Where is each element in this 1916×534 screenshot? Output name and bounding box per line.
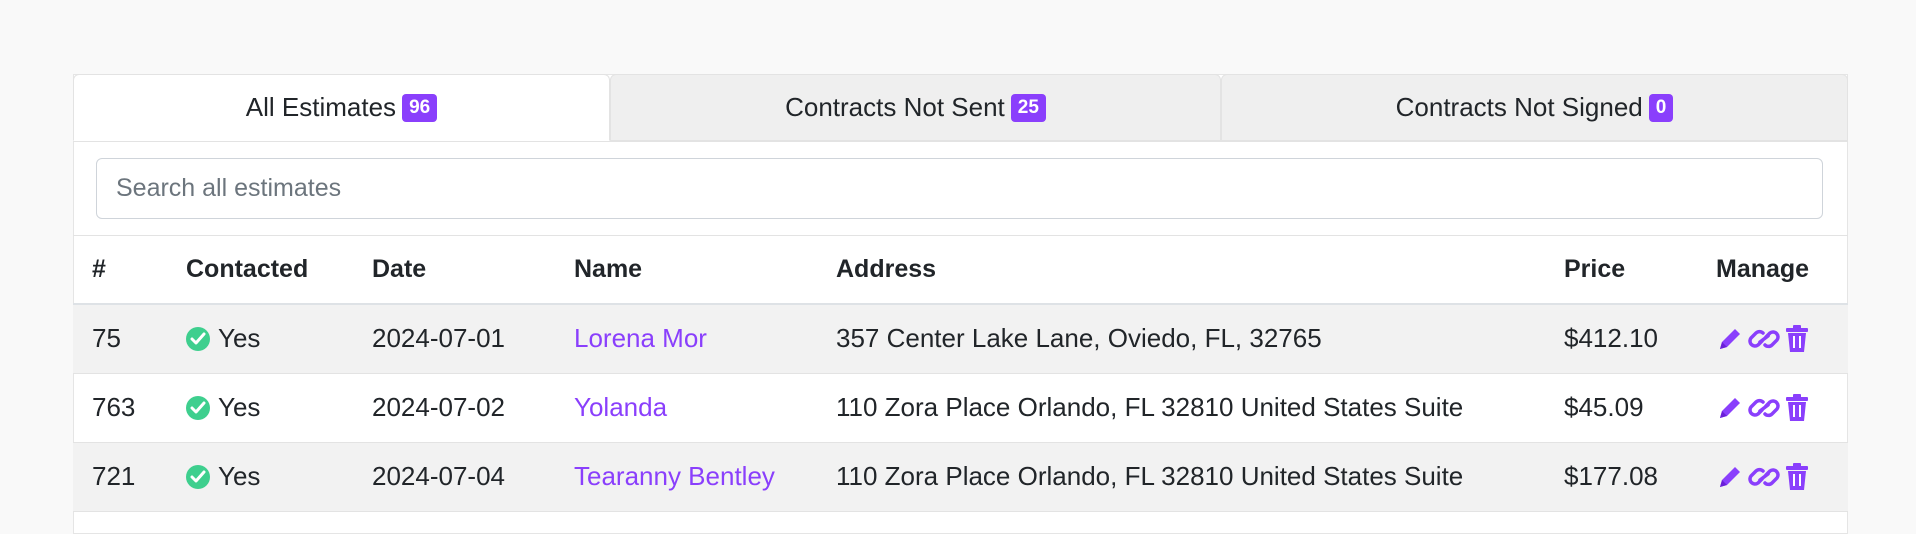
contacted-label: Yes (218, 392, 261, 422)
column-header-name[interactable]: Name (555, 236, 817, 305)
row-address: 357 Center Lake Lane, Oviedo, FL, 32765 (817, 304, 1545, 374)
estimates-table: # Contacted Date Name Address Price Mana… (73, 236, 1848, 512)
row-date: 2024-07-02 (353, 373, 555, 443)
row-id: 75 (73, 304, 167, 374)
row-manage (1697, 373, 1848, 443)
link-icon[interactable] (1748, 325, 1780, 353)
row-contacted: Yes (167, 442, 353, 512)
row-address: 110 Zora Place Orlando, FL 32810 United … (817, 442, 1545, 512)
table-row: 721 Yes 2024-07-04 Tearanny Bentley 110 … (73, 442, 1848, 512)
check-circle-icon (186, 396, 210, 420)
row-id: 721 (73, 442, 167, 512)
column-header-contacted[interactable]: Contacted (167, 236, 353, 305)
trash-icon[interactable] (1784, 462, 1810, 491)
tab-all-estimates[interactable]: All Estimates 96 (73, 74, 610, 141)
row-price: $177.08 (1545, 442, 1697, 512)
pencil-icon[interactable] (1716, 463, 1744, 491)
link-icon[interactable] (1748, 394, 1780, 422)
trash-icon[interactable] (1784, 393, 1810, 422)
row-manage (1697, 442, 1848, 512)
row-name-link[interactable]: Tearanny Bentley (555, 442, 817, 512)
count-badge: 96 (402, 93, 438, 122)
row-price: $45.09 (1545, 373, 1697, 443)
count-badge: 0 (1648, 93, 1674, 122)
check-circle-icon (186, 327, 210, 352)
row-name-link[interactable]: Yolanda (555, 373, 817, 443)
table-row: 763 Yes 2024-07-02 Yolanda 110 Zora Plac… (73, 373, 1848, 443)
column-header-price[interactable]: Price (1545, 236, 1697, 305)
row-contacted: Yes (167, 373, 353, 443)
row-date: 2024-07-01 (353, 304, 555, 374)
tab-label: All Estimates (245, 92, 397, 122)
column-header-id[interactable]: # (73, 236, 167, 305)
row-id: 763 (73, 373, 167, 443)
count-badge: 25 (1010, 93, 1046, 122)
row-address: 110 Zora Place Orlando, FL 32810 United … (817, 373, 1545, 443)
column-header-manage: Manage (1697, 236, 1848, 305)
column-header-date[interactable]: Date (353, 236, 555, 305)
column-header-address[interactable]: Address (817, 236, 1545, 305)
trash-icon[interactable] (1784, 324, 1810, 353)
row-name-link[interactable]: Lorena Mor (555, 304, 817, 374)
row-contacted: Yes (167, 304, 353, 374)
check-circle-icon (186, 465, 210, 489)
row-manage (1697, 304, 1848, 374)
table-header-row: # Contacted Date Name Address Price Mana… (73, 236, 1848, 305)
pencil-icon[interactable] (1716, 325, 1744, 353)
pencil-icon[interactable] (1716, 394, 1744, 422)
contacted-label: Yes (218, 323, 261, 354)
contacted-label: Yes (218, 461, 261, 491)
table-row: 75 Yes 2024-07-01 Lorena Mor 357 Center … (73, 304, 1848, 374)
search-input[interactable] (96, 158, 1823, 219)
tab-label: Contracts Not Signed (1395, 92, 1643, 122)
row-price: $412.10 (1545, 304, 1697, 374)
row-date: 2024-07-04 (353, 442, 555, 512)
tab-contracts-not-sent[interactable]: Contracts Not Sent 25 (610, 74, 1221, 141)
estimate-tabs: All Estimates 96 Contracts Not Sent 25 C… (73, 74, 1848, 141)
tab-contracts-not-signed[interactable]: Contracts Not Signed 0 (1221, 74, 1848, 141)
search-bar (73, 141, 1848, 236)
link-icon[interactable] (1748, 463, 1780, 491)
tab-label: Contracts Not Sent (785, 92, 1005, 122)
